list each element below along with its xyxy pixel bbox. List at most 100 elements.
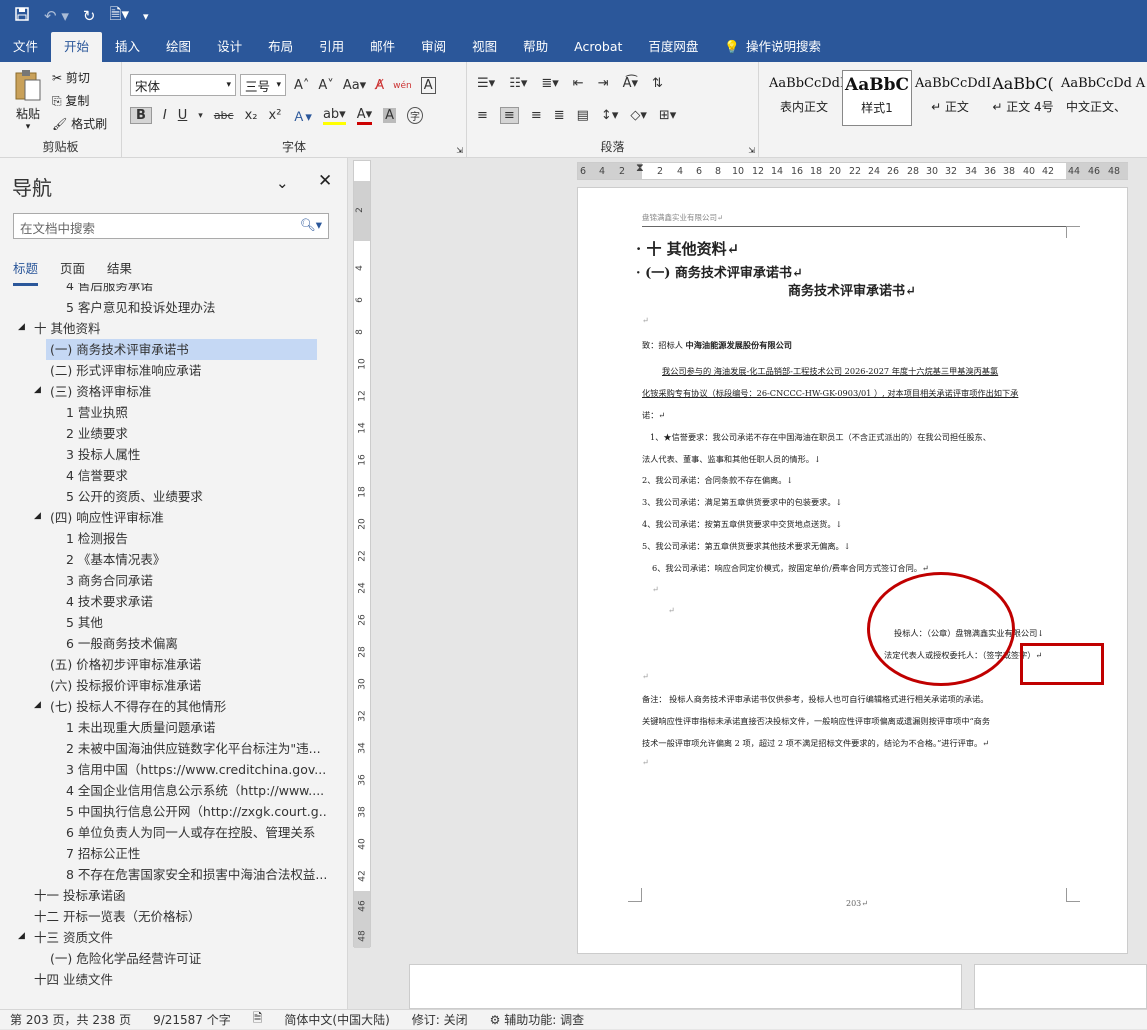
collapse-triangle-icon[interactable]: ◢ — [34, 700, 41, 710]
tree-item[interactable]: (三) 资格评审标准 — [50, 381, 320, 402]
collapse-triangle-icon[interactable]: ◢ — [34, 385, 41, 395]
tab-pages[interactable]: 页面 — [60, 258, 85, 286]
tab-results[interactable]: 结果 — [107, 258, 132, 286]
bullets-icon[interactable]: ☰▾ — [477, 76, 495, 91]
tab-home[interactable]: 开始 — [51, 32, 103, 62]
italic-button[interactable]: I — [163, 108, 167, 123]
language[interactable]: 简体中文(中国大陆) — [284, 1011, 389, 1028]
change-case-button[interactable]: Aa▾ — [343, 78, 366, 93]
tab-view[interactable]: 视图 — [459, 32, 510, 62]
tree-item[interactable]: (二) 形式评审标准响应承诺 — [50, 360, 320, 381]
tree-item[interactable]: 3 投标人属性 — [66, 444, 326, 465]
tab-design[interactable]: 设计 — [204, 32, 255, 62]
tree-item[interactable]: (五) 价格初步评审标准承诺 — [50, 654, 320, 675]
format-painter-button[interactable]: 🖌 格式刷 — [52, 115, 107, 132]
justify-icon[interactable]: ≣ — [554, 108, 565, 123]
search-icon[interactable]: 🔍︎▾ — [300, 217, 322, 233]
customize-icon[interactable]: ▾ — [143, 10, 149, 23]
tree-item[interactable]: 2 《基本情况表》 — [66, 549, 326, 570]
tree-item[interactable]: 7 招标公正性 — [66, 843, 326, 864]
tree-item[interactable]: (一) 危险化学品经营许可证 — [50, 948, 320, 969]
tree-item[interactable]: 2 业绩要求 — [66, 423, 326, 444]
tree-item[interactable]: 4 信誉要求 — [66, 465, 326, 486]
multilevel-list-icon[interactable]: ≣▾ — [541, 76, 558, 91]
bold-button[interactable]: B — [130, 107, 152, 124]
highlight-icon[interactable]: ab▾ — [322, 107, 346, 125]
align-right-icon[interactable]: ≡ — [531, 108, 542, 123]
vertical-ruler[interactable]: 2 4 6 8 10 12 14 16 18 20 22 24 26 28 30… — [353, 160, 371, 948]
subscript-button[interactable]: x₂ — [245, 108, 258, 123]
tree-item[interactable]: 6 一般商务技术偏离 — [66, 633, 326, 654]
undo-icon[interactable]: ↶ ▾ — [44, 7, 69, 25]
text-effects-icon[interactable]: Ａ▾ — [292, 106, 312, 125]
tab-mailings[interactable]: 邮件 — [357, 32, 408, 62]
document-page[interactable]: 盘锦满鑫实业有限公司↵ · 十 其他资料↵ · (一) 商务技术评审承诺书↵ 商… — [577, 187, 1128, 954]
decrease-indent-icon[interactable]: ⇤ — [573, 76, 584, 91]
phonetic-guide-button[interactable]: wén — [393, 81, 412, 91]
next-page-preview[interactable] — [409, 964, 962, 1009]
tree-item[interactable]: 十三 资质文件 — [34, 927, 324, 948]
tab-file[interactable]: 文件 — [0, 32, 51, 62]
tree-item[interactable]: 十一 投标承诺函 — [34, 885, 324, 906]
tree-item[interactable]: 5 客户意见和投诉处理办法 — [66, 297, 326, 318]
save-icon[interactable] — [14, 6, 30, 26]
font-color-button[interactable]: A▾ — [356, 107, 373, 125]
clear-format-icon[interactable]: A̸ — [375, 78, 384, 93]
tree-item[interactable]: 5 中国执行信息公开网（http://zxgk.court.g... — [66, 801, 326, 822]
numbering-icon[interactable]: ☷▾ — [509, 76, 527, 91]
line-spacing-icon[interactable]: ↕▾ — [601, 108, 618, 123]
collapse-triangle-icon[interactable]: ◢ — [18, 931, 25, 941]
dialog-launcher-icon[interactable]: ⇲ — [456, 146, 463, 155]
tree-item[interactable]: 十二 开标一览表（无价格标） — [34, 906, 324, 927]
tree-item[interactable]: 5 其他 — [66, 612, 326, 633]
copy-button[interactable]: ⎘ 复制 — [52, 92, 89, 109]
indent-marker-icon[interactable]: ⧗ — [636, 161, 644, 175]
shading-icon[interactable]: ◇▾ — [630, 108, 647, 123]
tree-item[interactable]: 3 商务合同承诺 — [66, 570, 326, 591]
align-left-icon[interactable]: ≡ — [477, 108, 488, 123]
tab-draw[interactable]: 绘图 — [153, 32, 204, 62]
style-style1[interactable]: AaBbC 样式1 — [842, 70, 912, 126]
proofing-icon[interactable]: 🗎︎ — [253, 1009, 263, 1030]
redo-icon[interactable]: ↻ — [83, 7, 96, 25]
sort-icon[interactable]: ⇅ — [652, 76, 663, 91]
tab-layout[interactable]: 布局 — [255, 32, 306, 62]
tree-item[interactable]: 3 信用中国（https://www.creditchina.gov.... — [66, 759, 326, 780]
tree-item[interactable]: 十 其他资料 — [34, 318, 324, 339]
character-shading-button[interactable]: A — [383, 108, 397, 123]
chinese-layout-icon[interactable]: A͡▾ — [623, 76, 638, 91]
tab-references[interactable]: 引用 — [306, 32, 357, 62]
tab-help[interactable]: 帮助 — [510, 32, 561, 62]
tree-item[interactable]: 5 公开的资质、业绩要求 — [66, 486, 326, 507]
cut-button[interactable]: ✂ 剪切 — [52, 69, 90, 86]
borders-icon[interactable]: ⊞▾ — [659, 108, 676, 123]
style-normal[interactable]: AaBbCcDdI ↵ 正文 — [915, 70, 991, 126]
strikethrough-button[interactable]: abc — [214, 109, 234, 122]
style-normal-4[interactable]: AaBbC(↵ 正文 4号 — [988, 70, 1058, 126]
tab-headings[interactable]: 标题 — [13, 258, 39, 286]
tell-me-search[interactable]: 💡 操作说明搜索 — [711, 32, 834, 62]
tree-item-selected[interactable]: (一) 商务技术评审承诺书 — [46, 339, 317, 360]
tree-item[interactable]: 2 未被中国海油供应链数字化平台标注为"违... — [66, 738, 326, 759]
accessibility[interactable]: ⚙ 辅助功能: 调查 — [490, 1011, 584, 1028]
align-center-icon[interactable]: ≡ — [499, 107, 519, 124]
tree-item[interactable]: 8 不存在危害国家安全和损害中海油合法权益... — [66, 864, 326, 885]
tree-item[interactable]: 6 单位负责人为同一人或存在控股、管理关系 — [66, 822, 326, 843]
grow-font-icon[interactable]: A˄ — [294, 78, 309, 93]
collapse-triangle-icon[interactable]: ◢ — [18, 322, 25, 332]
style-chinese-body[interactable]: AaBbCcDd 中文正文、 — [1061, 70, 1132, 126]
tree-item[interactable]: 十四 业绩文件 — [34, 969, 324, 990]
tree-item[interactable]: 1 检测报告 — [66, 528, 326, 549]
font-name-combo[interactable]: 宋体 ▾ — [130, 74, 236, 96]
tree-item[interactable]: 4 全国企业信用信息公示系统（http://www.... — [66, 780, 326, 801]
document-icon[interactable]: 🗎▾ — [109, 4, 129, 29]
style-more[interactable]: A — [1134, 70, 1147, 126]
tree-item[interactable]: (六) 投标报价评审标准承诺 — [50, 675, 320, 696]
tree-item[interactable]: 1 未出现重大质量问题承诺 — [66, 717, 326, 738]
tree-item[interactable]: 1 营业执照 — [66, 402, 326, 423]
superscript-button[interactable]: x² — [269, 108, 282, 123]
tab-insert[interactable]: 插入 — [102, 32, 153, 62]
style-table-body[interactable]: AaBbCcDdI 表内正文 — [769, 70, 845, 126]
underline-button[interactable]: U — [178, 108, 188, 123]
tab-review[interactable]: 审阅 — [408, 32, 459, 62]
